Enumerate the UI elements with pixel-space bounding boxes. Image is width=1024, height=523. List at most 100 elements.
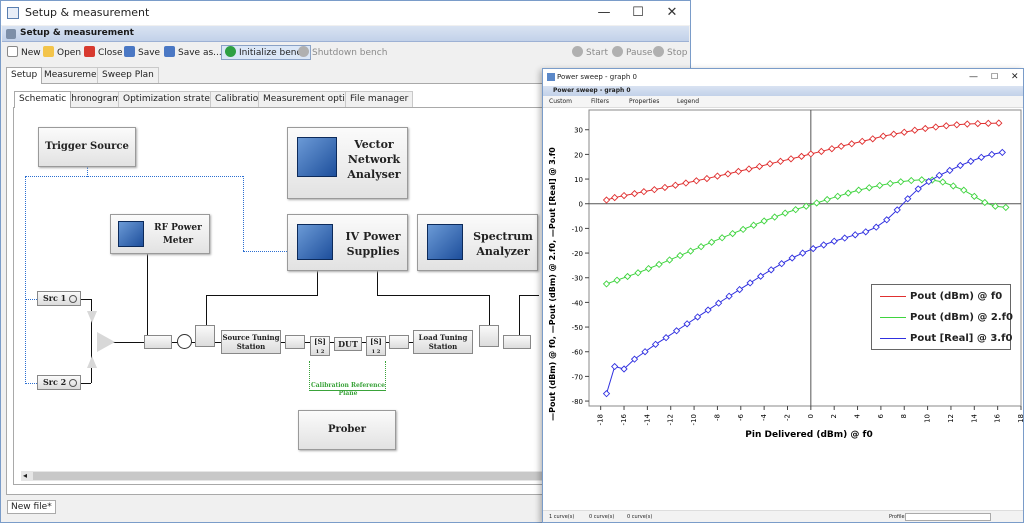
y-tick-label: -80 xyxy=(572,398,583,406)
legend-swatch xyxy=(880,337,906,339)
instrument-screen xyxy=(297,224,333,260)
graph-footer: 1 curve(s) 0 curve(s) 0 curve(s) Profile… xyxy=(543,510,1023,522)
close-window-button[interactable]: ✕ xyxy=(657,1,687,25)
maximize-button[interactable]: ☐ xyxy=(623,1,653,25)
chart-legend[interactable]: Pout (dBm) @ f0 Pout (dBm) @ 2.f0 Pout [… xyxy=(871,284,1013,350)
trigger-line xyxy=(87,167,88,177)
x-tick-label: -16 xyxy=(620,413,628,425)
dut-block[interactable]: DUT xyxy=(334,337,362,351)
instrument-screen xyxy=(427,224,463,260)
play-icon xyxy=(572,46,583,57)
x-tick-label: -12 xyxy=(667,414,675,425)
x-tick-label: 6 xyxy=(877,413,885,418)
graph-minimize-button[interactable]: — xyxy=(969,69,978,85)
y-tick-label: 30 xyxy=(574,127,583,135)
start-button[interactable]: Start xyxy=(572,45,608,61)
src1-box[interactable]: Src 1 xyxy=(37,291,81,306)
save-as-button[interactable]: Save as... xyxy=(164,45,222,61)
menu-properties[interactable]: Properties xyxy=(629,96,659,108)
power-green-icon xyxy=(225,46,236,57)
prober-box[interactable]: Prober xyxy=(298,410,396,450)
menu-filters[interactable]: Filters xyxy=(591,96,609,108)
tab-schematic[interactable]: Schematic xyxy=(14,91,72,108)
scroll-left-icon[interactable]: ◂ xyxy=(23,471,27,480)
open-button[interactable]: Open xyxy=(43,45,81,61)
curve-count-2: 0 curve(s) xyxy=(589,514,615,520)
tab-setup[interactable]: Setup xyxy=(6,67,43,84)
rf-power-meter-label: RF Power Meter xyxy=(154,223,202,246)
trigger-line xyxy=(243,176,244,251)
probe-block xyxy=(389,335,409,349)
trigger-source-box[interactable]: Trigger Source xyxy=(38,127,136,167)
iv-label: IV Power Supplies xyxy=(345,230,401,258)
new-button[interactable]: New xyxy=(7,45,41,61)
file-status: New file* xyxy=(7,500,56,514)
instrument-screen xyxy=(118,221,144,247)
source-tuning-station[interactable]: Source Tuning Station xyxy=(221,330,281,354)
sine-icon xyxy=(69,379,77,387)
x-tick-label: 8 xyxy=(900,414,908,418)
wire xyxy=(377,271,378,296)
x-tick-label: 18 xyxy=(1017,414,1023,423)
minimize-button[interactable]: — xyxy=(589,1,619,25)
y-tick-label: 10 xyxy=(574,176,583,184)
legend-item-f0: Pout (dBm) @ f0 xyxy=(880,290,1002,304)
y-tick-label: -60 xyxy=(572,349,583,357)
curve-count-3: 0 curve(s) xyxy=(627,514,653,520)
menu-legend[interactable]: Legend xyxy=(677,96,699,108)
stop-button[interactable]: Stop xyxy=(653,45,687,61)
wire xyxy=(519,295,520,335)
x-tick-label: 16 xyxy=(994,413,1002,422)
circulator-icon xyxy=(177,334,192,349)
instrument-screen xyxy=(297,137,337,177)
rf-power-meter-box[interactable]: RF Power Meter xyxy=(110,214,210,254)
graph-window-title: Power sweep - graph 0 xyxy=(557,73,637,81)
x-tick-label: 0 xyxy=(807,414,815,418)
load-tuning-station[interactable]: Load Tuning Station xyxy=(413,330,473,354)
graph-maximize-button[interactable]: ☐ xyxy=(991,69,998,85)
stop-icon xyxy=(653,46,664,57)
menu-custom[interactable]: Custom xyxy=(549,96,572,108)
cal-ref-label: Calibration Reference Plane xyxy=(311,382,385,397)
amplifier-icon xyxy=(87,356,97,368)
legend-swatch xyxy=(880,316,906,318)
combiner-icon xyxy=(97,332,115,352)
x-tick-label: 14 xyxy=(970,413,978,422)
wire xyxy=(147,251,148,335)
x-tick-label: 10 xyxy=(924,414,932,423)
folder-icon xyxy=(43,46,54,57)
s-param-block-out: [S] 1 2 xyxy=(366,336,386,356)
trigger-line xyxy=(25,383,37,384)
bias-tee-block xyxy=(479,325,499,347)
x-tick-label: -4 xyxy=(760,413,768,421)
chart-icon xyxy=(547,73,555,81)
x-tick-label: 2 xyxy=(830,414,838,418)
disk-pencil-icon xyxy=(164,46,175,57)
s-param-block-in: [S] 1 2 xyxy=(310,336,330,356)
spectrum-analyzer-box[interactable]: Spectrum Analyzer xyxy=(417,214,538,271)
x-tick-label: -8 xyxy=(713,414,721,421)
legend-swatch xyxy=(880,295,906,297)
x-tick-label: -18 xyxy=(597,414,605,425)
x-icon xyxy=(84,46,95,57)
wire xyxy=(377,295,489,296)
profile-select[interactable] xyxy=(905,513,991,521)
src2-box[interactable]: Src 2 xyxy=(37,375,81,390)
plot-area xyxy=(588,109,1022,407)
close-button[interactable]: Close xyxy=(84,45,123,61)
vna-box[interactable]: Vector Network Analyser xyxy=(287,127,408,199)
wrench-icon xyxy=(6,29,16,39)
tab-sweep-plan[interactable]: Sweep Plan xyxy=(97,67,159,83)
y-tick-label: -20 xyxy=(572,250,583,258)
profile-label: Profile: xyxy=(889,514,907,520)
trigger-line xyxy=(25,299,37,300)
iv-power-supplies-box[interactable]: IV Power Supplies xyxy=(287,214,408,271)
power-sweep-chart: -18 -16 -14 -12 -10 -8 -6 -4 -2 0 2 4 6 8 10 12 14 16 1830… xyxy=(548,109,1023,440)
probe-block xyxy=(285,335,305,349)
y-tick-label: 0 xyxy=(579,201,583,209)
tab-file-manager[interactable]: File manager xyxy=(345,91,414,107)
shutdown-bench-button[interactable]: Shutdown bench xyxy=(298,45,387,61)
save-button[interactable]: Save xyxy=(124,45,160,61)
graph-close-button[interactable]: ✕ xyxy=(1011,69,1019,85)
pause-button[interactable]: Pause xyxy=(612,45,652,61)
